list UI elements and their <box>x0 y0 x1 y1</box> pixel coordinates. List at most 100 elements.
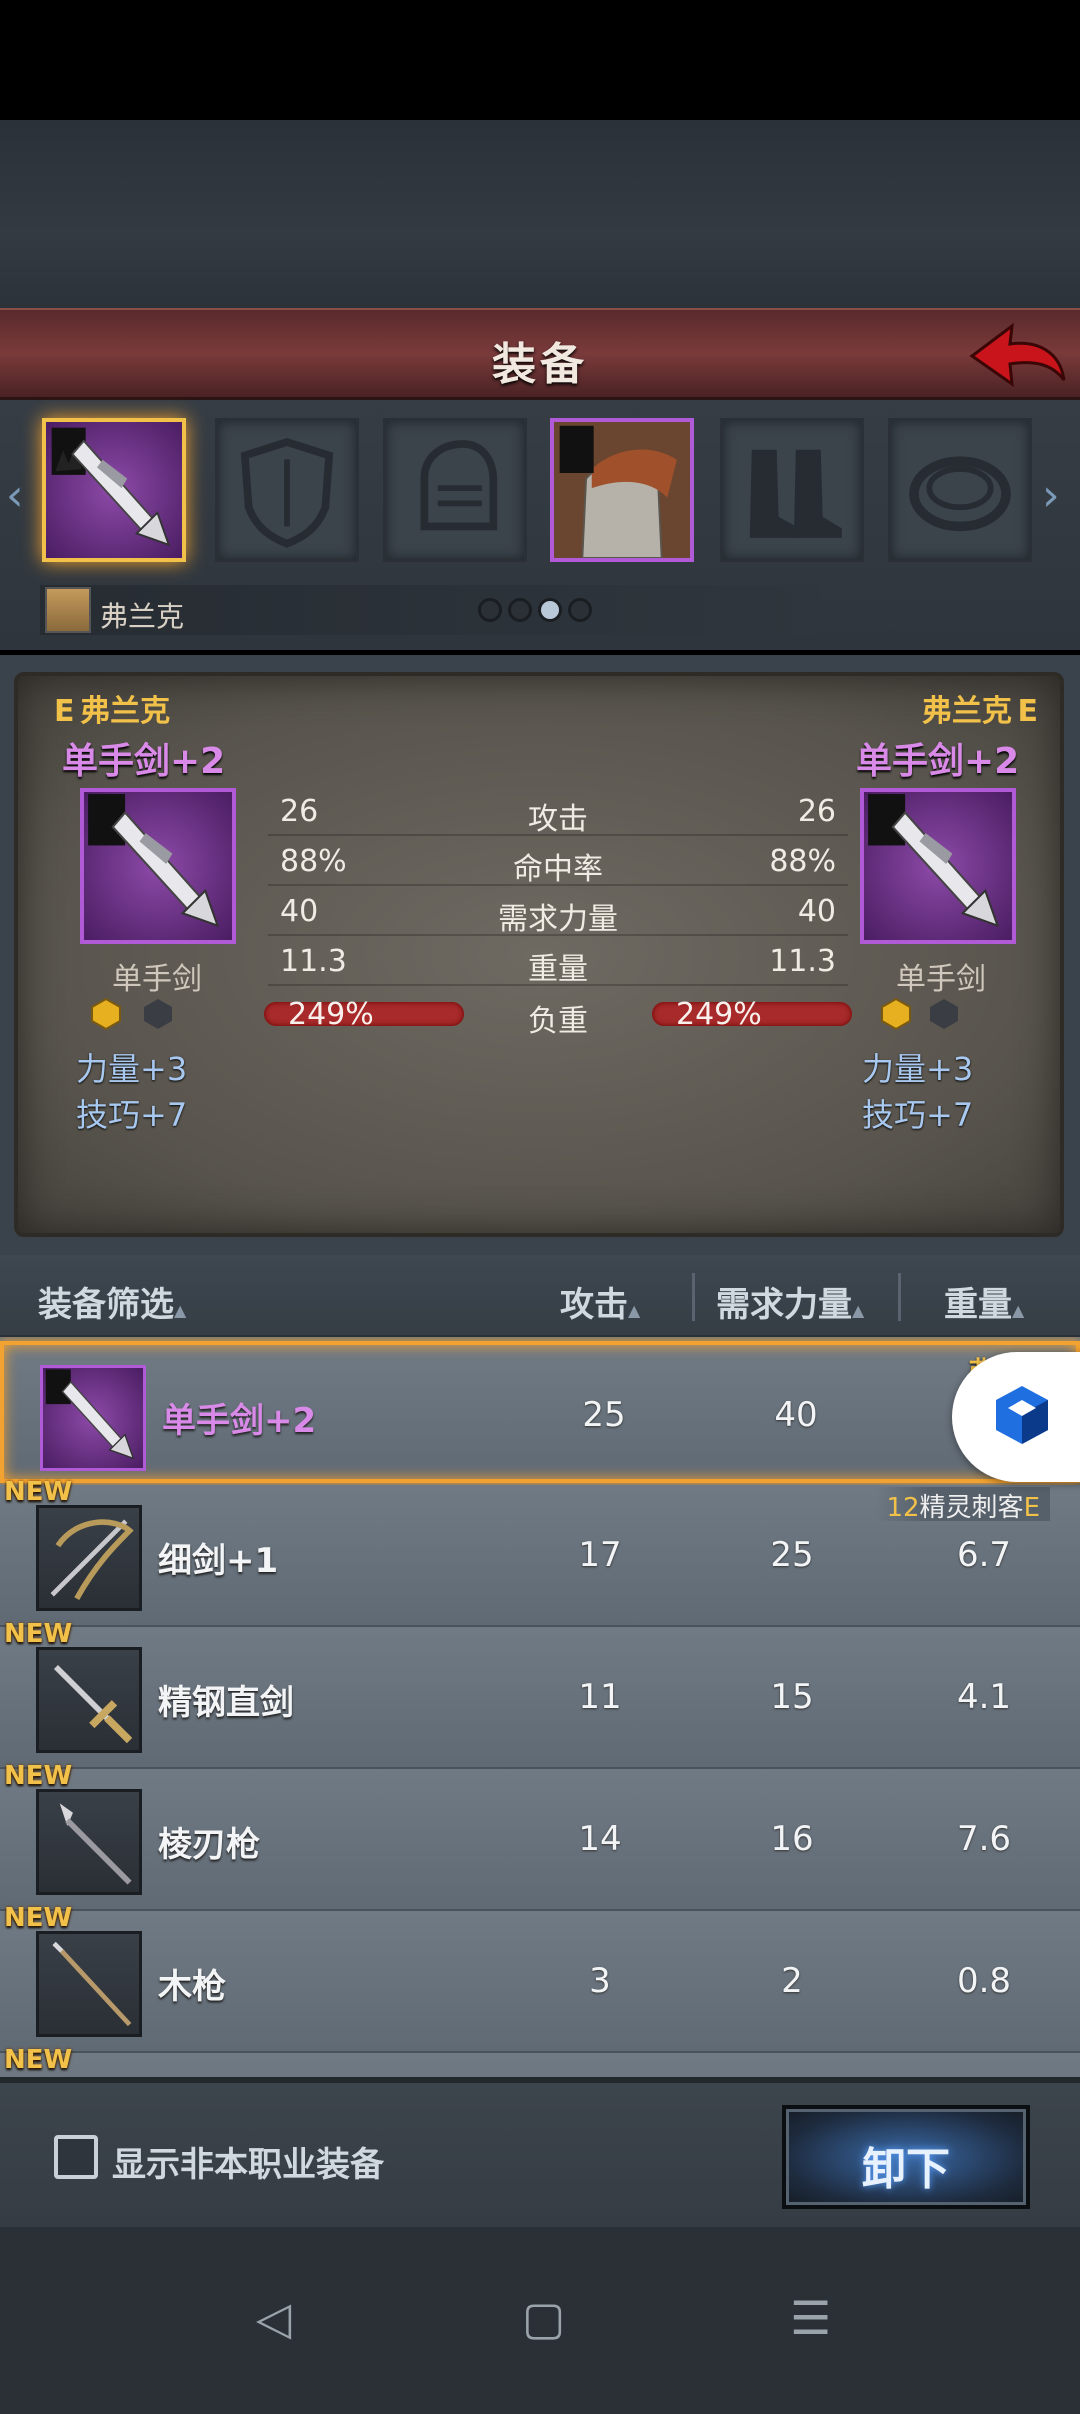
new-badge: NEW <box>4 1761 73 1791</box>
title-bar: 装备 <box>0 308 1080 400</box>
item-weight: 7.6 <box>956 1819 1012 1859</box>
item-attack: 17 <box>578 1535 622 1575</box>
new-badge: NEW <box>4 1619 73 1649</box>
longsword-icon <box>53 1664 133 1744</box>
left-bonuses: 力量+3 技巧+7 <box>76 1046 187 1138</box>
sort-strength-button[interactable]: 需求力量▲ <box>716 1277 864 1326</box>
page-dot-active[interactable] <box>538 598 562 622</box>
gem-slot-filled-icon <box>881 998 911 1030</box>
item-icon <box>36 1789 142 1895</box>
stat-right-value: 88% <box>769 844 836 879</box>
show-other-class-checkbox[interactable] <box>54 2135 98 2179</box>
item-required-strength: 25 <box>770 1535 814 1575</box>
equipment-list: 弗兰克 单手剑+2 25 40 1 12精灵刺客E 细剑+1 17 25 6.7… <box>0 1337 1080 2077</box>
scroll-right-arrow[interactable]: › <box>1042 470 1060 521</box>
filter-label: 装备筛选 <box>38 1285 174 1325</box>
helmet-icon <box>420 440 498 531</box>
owner-class: 精灵刺客 <box>919 1493 1024 1523</box>
item-name: 棱刃枪 <box>158 1825 260 1865</box>
ring-icon <box>909 456 1011 532</box>
item-icon <box>36 1505 142 1611</box>
scroll-left-arrow[interactable]: ‹ <box>6 470 24 521</box>
left-bonus-strength: 力量+3 <box>76 1050 188 1088</box>
header-divider <box>692 1273 695 1321</box>
sword-icon <box>868 794 1000 928</box>
item-weight: 0.8 <box>956 1961 1012 2001</box>
stat-right-value: 11.3 <box>769 944 836 979</box>
sort-triangle-icon: ▲ <box>174 1301 187 1320</box>
floating-assistant-button[interactable] <box>952 1352 1080 1482</box>
item-required-strength: 15 <box>770 1677 814 1717</box>
list-item-selected[interactable]: 弗兰克 单手剑+2 25 40 1 <box>0 1341 1080 1483</box>
item-name: 精钢直剑 <box>158 1683 294 1723</box>
slot-helmet[interactable] <box>383 418 527 562</box>
right-weapon-icon <box>860 788 1016 944</box>
list-item[interactable]: 12精灵刺客E 细剑+1 17 25 6.7 NEW <box>0 1477 1080 1627</box>
left-owner: E 弗兰克 <box>54 686 170 730</box>
list-item[interactable]: 木枪 3 2 0.8 NEW <box>0 1903 1080 2053</box>
item-name: 木枪 <box>158 1967 226 2007</box>
back-button[interactable] <box>960 318 1070 398</box>
stat-label: 命中率 <box>513 852 603 887</box>
status-bar-area <box>0 0 1080 120</box>
nav-recents-icon[interactable]: ☰ <box>790 2291 831 2345</box>
page-dot[interactable] <box>478 598 502 622</box>
item-icon <box>40 1365 146 1471</box>
sort-weight-button[interactable]: 重量▲ <box>944 1277 1024 1326</box>
header-divider <box>898 1273 901 1321</box>
filter-button[interactable]: 装备筛选▲ <box>38 1277 186 1326</box>
item-weight: 6.7 <box>956 1535 1012 1575</box>
right-bonus-skill: 技巧+7 <box>862 1096 974 1134</box>
right-bonuses: 力量+3 技巧+7 <box>862 1046 973 1138</box>
slot-boots[interactable] <box>720 418 864 562</box>
page-title: 装备 <box>492 339 588 390</box>
slot-armor[interactable] <box>550 418 694 562</box>
list-item[interactable]: 棱刃枪 14 16 7.6 NEW <box>0 1761 1080 1911</box>
list-item[interactable]: NEW <box>0 2045 1080 2077</box>
right-weapon-type: 单手剑 <box>896 962 986 997</box>
gem-slot-empty-icon <box>930 999 958 1029</box>
unequip-button[interactable]: 卸下 <box>782 2105 1030 2209</box>
new-badge: NEW <box>4 1903 73 1933</box>
strength-header-label: 需求力量 <box>716 1285 852 1325</box>
item-attack: 25 <box>582 1395 626 1435</box>
wooden-spear-icon <box>52 1941 132 2027</box>
spear-icon <box>59 1803 132 1885</box>
sort-triangle-icon: ▲ <box>628 1301 641 1320</box>
nav-home-icon[interactable]: ▢ <box>522 2291 565 2345</box>
page-dot[interactable] <box>508 598 532 622</box>
left-bonus-skill: 技巧+7 <box>76 1096 188 1134</box>
system-nav-bar: ◁ ▢ ☰ <box>0 2227 1080 2414</box>
slot-shield[interactable] <box>215 418 359 562</box>
nav-back-icon[interactable]: ◁ <box>256 2291 291 2345</box>
page-dot[interactable] <box>568 598 592 622</box>
stat-row-weight: 11.3 重量 11.3 <box>268 936 848 987</box>
left-class-rank: E <box>54 694 75 729</box>
sort-attack-button[interactable]: 攻击▲ <box>560 1277 640 1326</box>
show-other-class-label[interactable]: 显示非本职业装备 <box>112 2137 384 2186</box>
item-attack: 14 <box>578 1819 622 1859</box>
slot-ring[interactable] <box>888 418 1032 562</box>
stat-row-attack: 26 攻击 26 <box>268 786 848 837</box>
boots-icon <box>749 449 842 538</box>
item-required-strength: 16 <box>770 1819 814 1859</box>
attack-header-label: 攻击 <box>560 1285 628 1325</box>
right-owner-name: 弗兰克 <box>921 694 1012 729</box>
sword-icon <box>51 427 171 547</box>
right-weapon-name: 单手剑+2 <box>856 741 1020 782</box>
owner-level: 12 <box>886 1493 920 1523</box>
left-owner-name: 弗兰克 <box>80 694 171 729</box>
weight-header-label: 重量 <box>944 1285 1012 1325</box>
gem-slot-empty-icon <box>144 999 172 1029</box>
stat-row-load: 249% 负重 249% <box>264 988 852 1039</box>
new-badge: NEW <box>4 1477 73 1507</box>
comparison-panel: E 弗兰克 单手剑+2 单手剑 力量+3 技巧+7 弗兰克 E 单手剑+2 单手… <box>14 672 1064 1237</box>
left-weapon-name: 单手剑+2 <box>62 741 226 782</box>
stat-right-value: 26 <box>797 794 836 829</box>
background-scene <box>0 120 1080 310</box>
slot-weapon[interactable] <box>42 418 186 562</box>
owner-rank: E <box>1023 1493 1040 1523</box>
character-selector[interactable]: 弗兰克 <box>40 585 820 635</box>
list-item[interactable]: 精钢直剑 11 15 4.1 NEW <box>0 1619 1080 1769</box>
stat-label: 重量 <box>528 952 588 987</box>
